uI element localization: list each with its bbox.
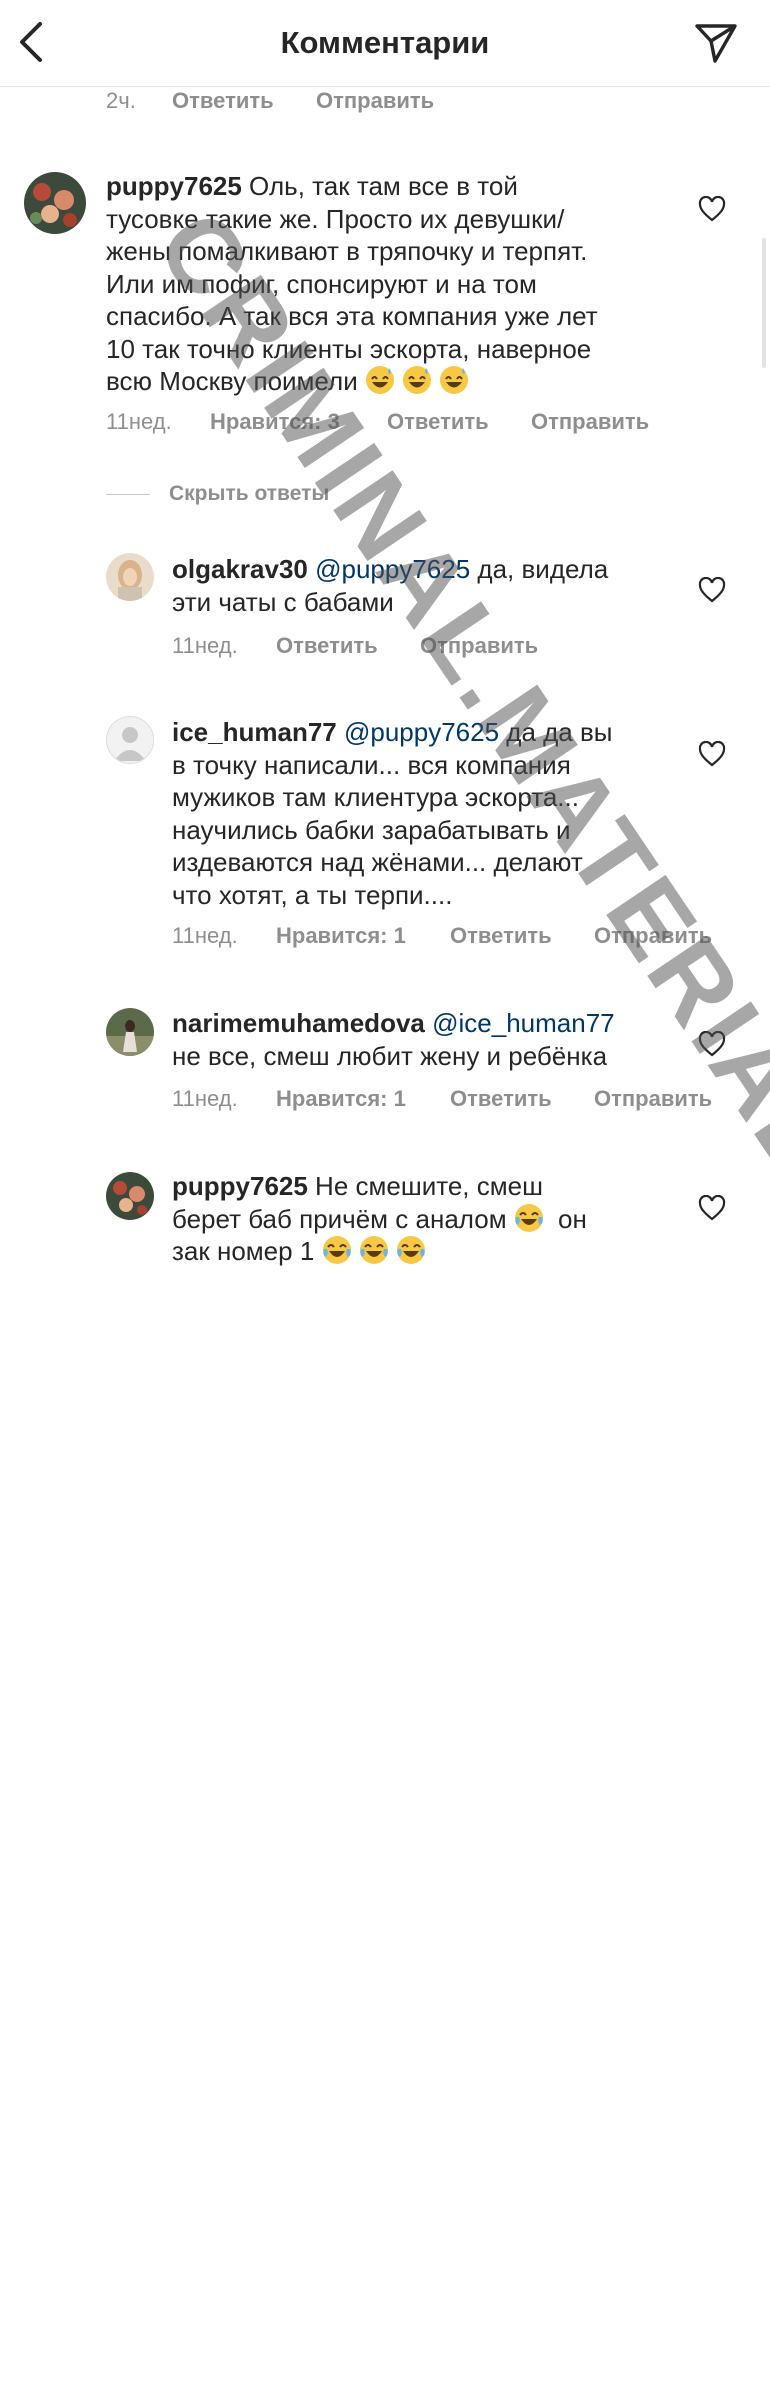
send-button[interactable]: Отправить — [594, 921, 712, 951]
comment-meta-row: 11нед. Нравится: 1 Ответить Отправить — [0, 921, 770, 951]
comment-time: 2ч. — [106, 88, 136, 113]
send-button[interactable]: Отправить — [531, 407, 649, 437]
comment-text: olgakrav30 @puppy7625 да, видела эти чат… — [172, 553, 672, 618]
page-title: Комментарии — [280, 25, 490, 60]
avatar[interactable] — [106, 716, 154, 764]
sweat-smile-emoji-icon — [402, 366, 431, 394]
comment-line: тусовке такие же. Просто их девушки/ — [106, 203, 565, 234]
comment-line: не все, смеш любит жену и ребёнка — [172, 1040, 608, 1071]
comment-meta-row: 11нед. Нравится: 3 Ответить Отправить — [0, 407, 770, 437]
scrollbar[interactable] — [762, 238, 766, 368]
comment-line: берет баб причём с аналом — [172, 1203, 514, 1234]
comment-line: 10 так точно клиенты эскорта, наверное — [106, 333, 592, 364]
joy-emoji-icon — [396, 1236, 425, 1264]
comment-username[interactable]: puppy7625 — [106, 171, 242, 201]
comment-line: да да вы — [499, 717, 613, 747]
send-button[interactable]: Отправить — [420, 631, 538, 661]
comment-time: 11нед. — [106, 409, 172, 434]
comment-time: 11нед. — [172, 633, 238, 658]
comment-line: Оль, так там все в той — [241, 171, 518, 201]
comment-time: 11нед. — [172, 1086, 238, 1111]
comment-text: puppy7625 Оль, так там все в той тусовке… — [106, 170, 686, 398]
reply-button[interactable]: Ответить — [450, 921, 552, 951]
comment-line: всю Москву поимели — [106, 366, 365, 396]
sweat-smile-emoji-icon — [365, 366, 394, 394]
avatar[interactable] — [106, 1172, 154, 1220]
comment-username[interactable]: puppy7625 — [172, 1171, 308, 1201]
joy-emoji-icon — [359, 1236, 388, 1264]
comment-line: издеваются над жёнами... делают — [172, 847, 583, 877]
comment-text: ice_human77 @puppy7625 да да вы в точку … — [172, 716, 692, 911]
comment-line: эти чаты с бабами — [172, 586, 394, 617]
comment-line: Не смешите, смеш — [307, 1171, 543, 1201]
send-direct-icon[interactable] — [692, 18, 740, 66]
comment-line: что хотят, а ты терпи.... — [172, 879, 453, 910]
mention-link[interactable]: @ice_human77 — [432, 1008, 615, 1038]
reply-button[interactable]: Ответить — [276, 631, 378, 661]
joy-emoji-icon — [514, 1203, 543, 1232]
sweat-smile-emoji-icon — [439, 366, 468, 394]
comment-line: зак номер 1 — [172, 1236, 322, 1266]
comment-username[interactable]: olgakrav30 — [172, 554, 308, 584]
comment-line: научились бабки зарабатывать и — [172, 814, 571, 845]
avatar[interactable] — [106, 1008, 154, 1056]
likes-count[interactable]: Нравится: 1 — [276, 921, 406, 951]
reply-button[interactable]: Ответить — [387, 407, 489, 437]
avatar[interactable] — [106, 553, 154, 601]
comment-username[interactable]: ice_human77 — [172, 717, 337, 747]
like-heart-icon[interactable] — [698, 196, 726, 222]
comment-line: мужиков там клиентура эскорта... — [172, 782, 579, 812]
comment-line: да, видела — [470, 554, 609, 584]
likes-count[interactable]: Нравится: 1 — [276, 1084, 406, 1114]
likes-count[interactable]: Нравится: 3 — [210, 407, 340, 437]
send-button[interactable]: Отправить — [594, 1084, 712, 1114]
comment-line: спасибо. А так вся эта компания уже лет — [106, 301, 598, 331]
joy-emoji-icon — [322, 1236, 351, 1264]
avatar[interactable] — [24, 172, 86, 234]
comment-meta-row: 11нед. Ответить Отправить — [0, 631, 770, 661]
like-heart-icon[interactable] — [698, 1195, 726, 1221]
divider — [106, 494, 150, 495]
mention-link[interactable]: @puppy7625 — [344, 717, 499, 747]
like-heart-icon[interactable] — [698, 741, 726, 767]
header-bar: Комментарии — [0, 0, 770, 87]
comment-meta-row: 2ч. Ответить Отправить — [0, 86, 770, 116]
like-heart-icon[interactable] — [698, 577, 726, 603]
reply-button[interactable]: Ответить — [450, 1084, 552, 1114]
comment-username[interactable]: narimemuhamedova — [172, 1008, 425, 1038]
send-button[interactable]: Отправить — [316, 86, 434, 116]
comment-line: он — [550, 1203, 587, 1234]
hide-replies-button[interactable]: Скрыть ответы — [169, 480, 329, 508]
reply-button[interactable]: Ответить — [172, 86, 274, 116]
comment-time: 11нед. — [172, 923, 238, 948]
mention-link[interactable]: @puppy7625 — [315, 554, 470, 584]
comment-line: жены помалкивают в тряпочку и терпят. — [106, 236, 588, 266]
comment-text: narimemuhamedova @ice_human77 не все, см… — [172, 1007, 692, 1072]
comment-text: puppy7625 Не смешите, смеш берет баб при… — [172, 1170, 692, 1268]
comment-line: в точку написали... вся компания — [172, 749, 571, 780]
like-heart-icon[interactable] — [698, 1031, 726, 1057]
comment-line: Или им пофиг, спонсируют и на том — [106, 268, 537, 299]
comment-meta-row: 11нед. Нравится: 1 Ответить Отправить — [0, 1084, 770, 1114]
